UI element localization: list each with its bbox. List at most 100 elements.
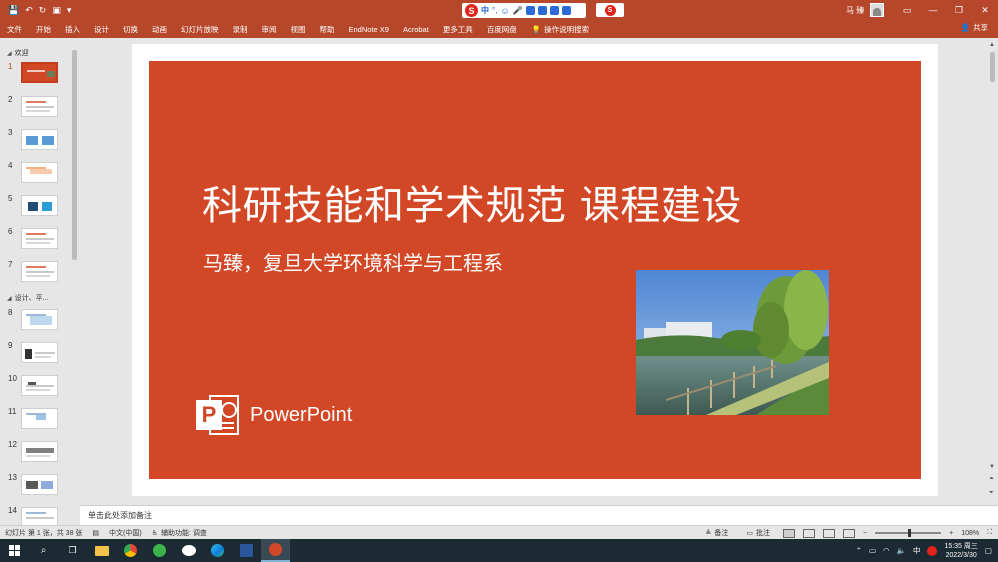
ime-toolbar[interactable]: S 中 °, ☺ 🎤 <box>462 3 586 18</box>
scroll-thumb[interactable] <box>990 52 995 82</box>
reading-view-icon[interactable] <box>823 528 835 538</box>
spelling-check[interactable]: ▤ <box>87 529 104 537</box>
slide-sorter-view-icon[interactable] <box>803 528 815 538</box>
emoji-icon[interactable]: ☺ <box>500 6 509 16</box>
punctuation-icon[interactable]: °, <box>492 6 497 15</box>
thumbnail-slide-9[interactable] <box>21 342 58 363</box>
show-hidden-icons-icon[interactable]: ⌃ <box>856 546 862 555</box>
tab-baidu-netdisk[interactable]: 百度网盘 <box>480 24 524 35</box>
zoom-slider-thumb[interactable] <box>908 529 912 537</box>
tab-transitions[interactable]: 切换 <box>116 24 145 35</box>
slide-title[interactable]: 科研技能和学术规范 课程建设 <box>202 173 742 231</box>
slide-1[interactable]: 科研技能和学术规范 课程建设 马臻，复旦大学环境科学与工程系 P PowerPo… <box>149 61 921 479</box>
notes-pane[interactable]: 单击此处添加备注 <box>80 505 998 525</box>
thumbnail-slide-10[interactable] <box>21 375 58 396</box>
comments-button[interactable]: ▭ 批注 <box>741 528 775 538</box>
start-from-beginning-icon[interactable]: ▣ <box>52 5 61 16</box>
notifications-icon[interactable]: ▢ <box>985 546 992 555</box>
thumbnail-slide-3[interactable] <box>21 129 58 150</box>
tab-design[interactable]: 设计 <box>87 24 116 35</box>
tab-insert[interactable]: 插入 <box>58 24 87 35</box>
notes-button[interactable]: ≜ 备注 <box>701 528 734 538</box>
network-icon[interactable]: ◠ <box>883 546 890 555</box>
tab-file[interactable]: 文件 <box>0 24 29 35</box>
thumbnail-slide-12[interactable] <box>21 441 58 462</box>
tell-me-search[interactable]: 💡 操作说明搜索 <box>524 24 589 35</box>
task-view-icon[interactable]: ❒ <box>58 539 87 562</box>
start-button[interactable] <box>0 539 29 562</box>
thumbnail-slide-14[interactable] <box>21 507 58 525</box>
scroll-down-icon[interactable]: ▼ <box>989 464 995 470</box>
collapse-icon[interactable]: ◢ <box>7 50 12 57</box>
ime-mode[interactable]: 中 <box>481 5 489 16</box>
thumbnail-slide-8[interactable] <box>21 309 58 330</box>
customize-qat-icon[interactable]: ▾ <box>67 5 72 16</box>
search-icon[interactable]: ⌕ <box>29 539 58 562</box>
restore-icon[interactable]: ❐ <box>946 0 972 20</box>
undo-icon[interactable]: ↶ <box>25 5 33 16</box>
save-icon[interactable]: 💾 <box>8 5 19 16</box>
thumbnail-scrollbar[interactable] <box>71 40 78 521</box>
tab-record[interactable]: 录制 <box>226 24 255 35</box>
zoom-in-icon[interactable]: + <box>949 530 953 537</box>
powerpoint-taskbar-icon[interactable] <box>261 539 290 562</box>
tab-help[interactable]: 帮助 <box>313 24 342 35</box>
section-design[interactable]: ◢ 设计、平... <box>7 293 48 303</box>
thumbnail-slide-4[interactable] <box>21 162 58 183</box>
chrome-icon[interactable] <box>116 539 145 562</box>
browser-360-icon[interactable] <box>145 539 174 562</box>
tab-slideshow[interactable]: 幻灯片放映 <box>174 24 226 35</box>
word-icon[interactable] <box>232 539 261 562</box>
thumbnail-slide-13[interactable] <box>21 474 58 495</box>
close-icon[interactable]: ✕ <box>972 0 998 20</box>
thumbnail-slide-11[interactable] <box>21 408 58 429</box>
zoom-level[interactable]: 108% <box>961 530 979 537</box>
thumbnail-slide-5[interactable] <box>21 195 58 216</box>
zoom-out-icon[interactable]: − <box>863 530 867 537</box>
edge-icon[interactable] <box>203 539 232 562</box>
toolbox-icon[interactable] <box>537 6 547 15</box>
slideshow-view-icon[interactable] <box>843 528 855 538</box>
slide-subtitle[interactable]: 马臻，复旦大学环境科学与工程系 <box>203 247 503 276</box>
tab-view[interactable]: 视图 <box>284 24 313 35</box>
file-explorer-icon[interactable] <box>87 539 116 562</box>
menu-icon[interactable] <box>561 6 571 15</box>
ribbon-display-icon[interactable]: ▭ <box>894 0 920 20</box>
tab-review[interactable]: 审阅 <box>255 24 284 35</box>
thumbnail-slide-6[interactable] <box>21 228 58 249</box>
tab-acrobat[interactable]: Acrobat <box>396 25 436 34</box>
tab-more-tools[interactable]: 更多工具 <box>436 24 480 35</box>
redo-icon[interactable]: ↻ <box>39 5 47 16</box>
language-status[interactable]: 中文(中国) <box>104 528 147 538</box>
thumbnail-slide-1[interactable] <box>21 62 58 83</box>
scroll-thumb[interactable] <box>72 50 77 260</box>
voice-icon[interactable]: 🎤 <box>513 6 523 15</box>
section-welcome[interactable]: ◢ 欢迎 <box>7 48 29 58</box>
fit-to-window-icon[interactable]: ⛶ <box>987 529 992 537</box>
avatar[interactable] <box>870 3 885 17</box>
collapse-icon[interactable]: ◢ <box>7 295 12 302</box>
thumbnail-slide-2[interactable] <box>21 96 58 117</box>
tab-animations[interactable]: 动画 <box>145 24 174 35</box>
share-button[interactable]: 👤 共享 <box>961 22 988 33</box>
skin-icon[interactable] <box>549 6 559 15</box>
thumbnail-slide-7[interactable] <box>21 261 58 282</box>
tab-endnote[interactable]: EndNote X9 <box>342 25 396 34</box>
tab-home[interactable]: 开始 <box>29 24 58 35</box>
battery-icon[interactable]: ▭ <box>869 546 876 555</box>
sogou-tray-icon[interactable] <box>927 545 938 556</box>
account[interactable]: 马 臻 <box>846 3 885 17</box>
next-slide-icon[interactable]: ⏷ <box>989 490 994 497</box>
minimize-icon[interactable]: — <box>920 0 946 20</box>
previous-slide-icon[interactable]: ⏶ <box>989 476 994 483</box>
normal-view-icon[interactable] <box>783 528 795 538</box>
clock[interactable]: 15:35 周三 2022/3/30 <box>944 542 977 560</box>
ime-status[interactable]: S <box>596 3 624 17</box>
zoom-slider[interactable] <box>875 529 942 537</box>
slide-scrollbar[interactable]: ▲ ▼ ⏶ ⏷ <box>987 40 998 505</box>
accessibility-status[interactable]: ♿ 辅助功能: 调查 <box>147 528 212 538</box>
campus-lake-photo[interactable] <box>636 270 829 415</box>
ime-indicator[interactable]: 中 <box>913 545 921 556</box>
wechat-icon[interactable] <box>174 539 203 562</box>
keyboard-icon[interactable] <box>525 6 535 15</box>
